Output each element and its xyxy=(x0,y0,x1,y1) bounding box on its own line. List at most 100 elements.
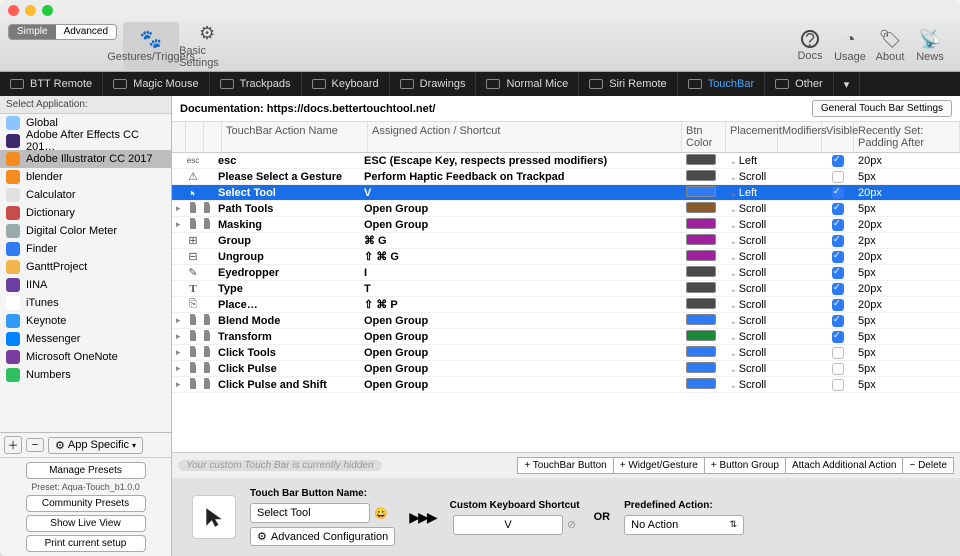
row-color[interactable] xyxy=(682,314,726,328)
expand-toggle[interactable]: ▸ xyxy=(172,379,186,390)
add-button-group[interactable]: + Button Group xyxy=(704,457,786,474)
device-overflow[interactable]: ▾ xyxy=(834,72,861,96)
col-action[interactable]: Assigned Action / Shortcut xyxy=(368,122,682,152)
expand-toggle[interactable]: ▸ xyxy=(172,347,186,358)
row-placement[interactable]: Scroll xyxy=(726,379,778,391)
row-placement[interactable]: Left xyxy=(726,155,778,167)
row-placement[interactable]: Scroll xyxy=(726,347,778,359)
row-placement[interactable]: Scroll xyxy=(726,203,778,215)
table-row[interactable]: Select ToolVLeft20px xyxy=(172,185,960,201)
row-color[interactable] xyxy=(682,170,726,184)
table-row[interactable]: ⎘Place…⇧ ⌘ PScroll20px xyxy=(172,297,960,313)
row-visible[interactable] xyxy=(822,378,854,390)
general-settings-button[interactable]: General Touch Bar Settings xyxy=(812,100,952,117)
device-tab-normal-mice[interactable]: Normal Mice xyxy=(476,72,579,96)
col-visible[interactable]: Visible xyxy=(822,122,854,152)
device-tab-drawings[interactable]: Drawings xyxy=(390,72,477,96)
expand-toggle[interactable]: ▸ xyxy=(172,219,186,230)
minimize-window-icon[interactable] xyxy=(25,5,36,16)
row-visible[interactable] xyxy=(822,298,854,310)
app-item[interactable]: Microsoft OneNote xyxy=(0,348,171,366)
table-row[interactable]: ✎EyedropperIScroll5px xyxy=(172,265,960,281)
add-widget-button[interactable]: + Widget/Gesture xyxy=(613,457,705,474)
app-item[interactable]: Adobe After Effects CC 201… xyxy=(0,132,171,150)
basic-settings-tab[interactable]: ⚙ Basic Settings xyxy=(179,22,235,70)
row-color[interactable] xyxy=(682,298,726,312)
row-visible[interactable] xyxy=(822,202,854,214)
row-visible[interactable] xyxy=(822,218,854,230)
manage-presets-button[interactable]: Manage Presets xyxy=(26,462,146,479)
row-placement[interactable]: Scroll xyxy=(726,363,778,375)
col-placement[interactable]: Placement xyxy=(726,122,778,152)
app-item[interactable]: Digital Color Meter xyxy=(0,222,171,240)
app-item[interactable]: blender xyxy=(0,168,171,186)
usage-button[interactable]: ◔Usage xyxy=(830,22,870,70)
gestures-triggers-tab[interactable]: 🐾 Gestures/Triggers xyxy=(123,22,179,70)
emoji-picker-icon[interactable]: 😀 xyxy=(374,507,388,520)
show-live-view-button[interactable]: Show Live View xyxy=(26,515,146,532)
table-row[interactable]: escescESC (Escape Key, respects pressed … xyxy=(172,153,960,169)
app-item[interactable]: Dictionary xyxy=(0,204,171,222)
advanced-config-button[interactable]: ⚙ Advanced Configuration xyxy=(250,527,395,546)
row-visible[interactable] xyxy=(822,154,854,166)
news-button[interactable]: 📡News xyxy=(910,22,950,70)
attach-action-button[interactable]: Attach Additional Action xyxy=(785,457,904,474)
row-placement[interactable]: Scroll xyxy=(726,235,778,247)
docs-button[interactable]: ?Docs xyxy=(790,22,830,70)
expand-toggle[interactable]: ▸ xyxy=(172,331,186,342)
row-placement[interactable]: Scroll xyxy=(726,267,778,279)
table-row[interactable]: ▸Blend ModeOpen GroupScroll5px xyxy=(172,313,960,329)
device-tab-magic-mouse[interactable]: Magic Mouse xyxy=(103,72,209,96)
row-visible[interactable] xyxy=(822,266,854,278)
app-item[interactable]: Calculator xyxy=(0,186,171,204)
app-item[interactable]: Adobe Illustrator CC 2017 xyxy=(0,150,171,168)
table-row[interactable]: TTypeTScroll20px xyxy=(172,281,960,297)
row-color[interactable] xyxy=(682,218,726,232)
row-color[interactable] xyxy=(682,378,726,392)
row-color[interactable] xyxy=(682,282,726,296)
button-preview-icon[interactable] xyxy=(192,495,236,539)
col-color[interactable]: Btn Color xyxy=(682,122,726,152)
row-visible[interactable] xyxy=(822,314,854,326)
device-tab-keyboard[interactable]: Keyboard xyxy=(302,72,390,96)
device-tab-trackpads[interactable]: Trackpads xyxy=(210,72,302,96)
row-color[interactable] xyxy=(682,186,726,200)
row-color[interactable] xyxy=(682,346,726,360)
row-color[interactable] xyxy=(682,154,726,168)
app-item[interactable]: Keynote xyxy=(0,312,171,330)
expand-toggle[interactable]: ▸ xyxy=(172,203,186,214)
maximize-window-icon[interactable] xyxy=(42,5,53,16)
predefined-action-select[interactable]: No Action⇅ xyxy=(624,515,744,535)
app-item[interactable]: IINA xyxy=(0,276,171,294)
remove-app-button[interactable]: − xyxy=(26,438,44,452)
app-list[interactable]: GlobalAdobe After Effects CC 201…Adobe I… xyxy=(0,114,171,432)
row-color[interactable] xyxy=(682,266,726,280)
row-visible[interactable] xyxy=(822,250,854,262)
app-item[interactable]: iTunes xyxy=(0,294,171,312)
table-row[interactable]: ▸Path ToolsOpen GroupScroll5px xyxy=(172,201,960,217)
device-tab-btt-remote[interactable]: BTT Remote xyxy=(0,72,103,96)
device-tab-other[interactable]: Other xyxy=(765,72,834,96)
button-name-input[interactable] xyxy=(250,503,370,523)
add-app-button[interactable]: ＋ xyxy=(4,436,22,454)
expand-toggle[interactable]: ▸ xyxy=(172,315,186,326)
simple-mode[interactable]: Simple xyxy=(9,25,56,39)
row-visible[interactable] xyxy=(822,186,854,198)
col-padding[interactable]: Recently Set: Padding After xyxy=(854,122,960,152)
row-visible[interactable] xyxy=(822,362,854,374)
table-row[interactable]: ▸Click ToolsOpen GroupScroll5px xyxy=(172,345,960,361)
table-row[interactable]: ▸MaskingOpen GroupScroll20px xyxy=(172,217,960,233)
action-rows[interactable]: escescESC (Escape Key, respects pressed … xyxy=(172,153,960,452)
row-placement[interactable]: Scroll xyxy=(726,171,778,183)
app-item[interactable]: Finder xyxy=(0,240,171,258)
app-item[interactable]: GanttProject xyxy=(0,258,171,276)
row-placement[interactable]: Left xyxy=(726,187,778,199)
table-row[interactable]: ▸Click Pulse and ShiftOpen GroupScroll5p… xyxy=(172,377,960,393)
table-row[interactable]: ▸Click PulseOpen GroupScroll5px xyxy=(172,361,960,377)
row-visible[interactable] xyxy=(822,282,854,294)
table-row[interactable]: ⚠Please Select a GesturePerform Haptic F… xyxy=(172,169,960,185)
app-item[interactable]: Numbers xyxy=(0,366,171,384)
app-specific-dropdown[interactable]: ⚙ App Specific ▾ xyxy=(48,437,143,454)
row-color[interactable] xyxy=(682,202,726,216)
col-modifiers[interactable]: Modifiers xyxy=(778,122,822,152)
